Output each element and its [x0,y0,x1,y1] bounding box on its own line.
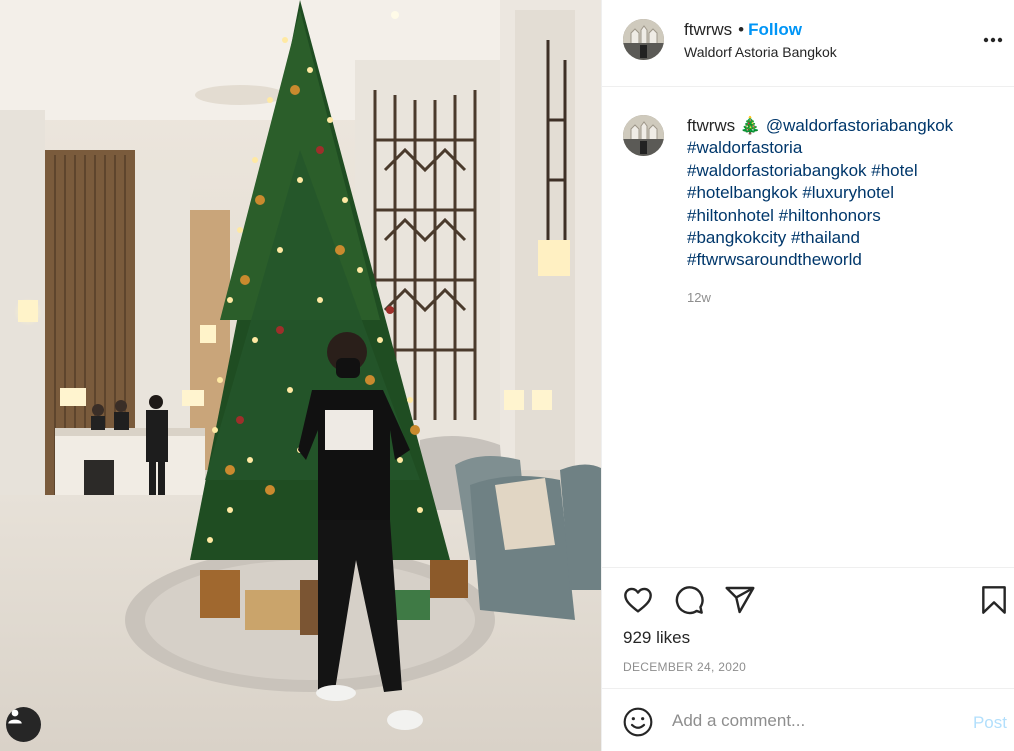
caption-section: ftwrws 🎄 @waldorfastoriabangkok #waldorf… [602,87,1014,567]
user-tag-icon [8,709,22,724]
comment-button[interactable] [671,582,707,618]
post-header: ftwrws • Follow Waldorf Astoria Bangkok [602,0,1014,87]
caption-line: #waldorfastoriabangkok #hotel [687,160,987,182]
avatar[interactable] [623,19,664,60]
emoji-button[interactable] [622,706,654,738]
separator-dot: • [738,20,745,39]
post-author: ftwrws • Follow [684,20,802,40]
share-icon [725,586,755,614]
post-photo[interactable] [0,0,601,751]
save-button[interactable] [976,582,1012,618]
post-date[interactable]: DECEMBER 24, 2020 [623,660,746,674]
post-comment-button[interactable]: Post [973,713,1007,733]
more-options-button[interactable] [981,30,1005,50]
hashtag-link[interactable]: #waldorfastoria [687,138,802,157]
caption-line: #waldorfastoria [687,137,987,159]
avatar-image [623,115,664,156]
likes-count[interactable]: 929 likes [623,628,690,648]
avatar-image [623,19,664,60]
photo-scene [0,0,601,751]
comment-input[interactable] [672,705,962,737]
mention-link[interactable]: @waldorfastoriabangkok [766,116,953,135]
like-button[interactable] [620,582,656,618]
emoji-icon [623,707,653,737]
caption-line: #hotelbangkok #luxuryhotel [687,182,987,204]
more-horizontal-icon [983,37,1003,43]
post-actions: 929 likes DECEMBER 24, 2020 [602,567,1014,688]
caption-username[interactable]: ftwrws [687,116,735,135]
hashtag-link[interactable]: #bangkokcity #thailand [687,228,860,247]
hashtag-link[interactable]: #ftwrwsaroundtheworld [687,250,862,269]
comment-icon [675,586,704,615]
user-tag-button[interactable] [6,707,41,742]
post-details-panel: ftwrws • Follow Waldorf Astoria Bangkok ft… [601,0,1014,751]
comment-form: Post [602,688,1014,751]
heart-icon [624,587,652,613]
username-link[interactable]: ftwrws [684,20,732,39]
caption-line: ftwrws 🎄 @waldorfastoriabangkok [687,115,987,137]
follow-button[interactable]: Follow [748,20,802,39]
hashtag-link[interactable]: #hotelbangkok #luxuryhotel [687,183,894,202]
hashtag-link[interactable]: #hiltonhotel #hiltonhonors [687,206,881,225]
caption-line: #ftwrwsaroundtheworld [687,249,987,271]
location-link[interactable]: Waldorf Astoria Bangkok [684,44,837,60]
caption-time-ago[interactable]: 12w [687,290,711,305]
caption-avatar[interactable] [623,115,664,156]
caption-line: #hiltonhotel #hiltonhonors [687,205,987,227]
caption-text: ftwrws 🎄 @waldorfastoriabangkok #waldorf… [687,115,987,272]
hashtag-link[interactable]: #waldorfastoriabangkok #hotel [687,161,918,180]
christmas-tree-emoji: 🎄 [739,116,762,135]
bookmark-icon [982,586,1006,614]
share-button[interactable] [722,582,758,618]
caption-line: #bangkokcity #thailand [687,227,987,249]
